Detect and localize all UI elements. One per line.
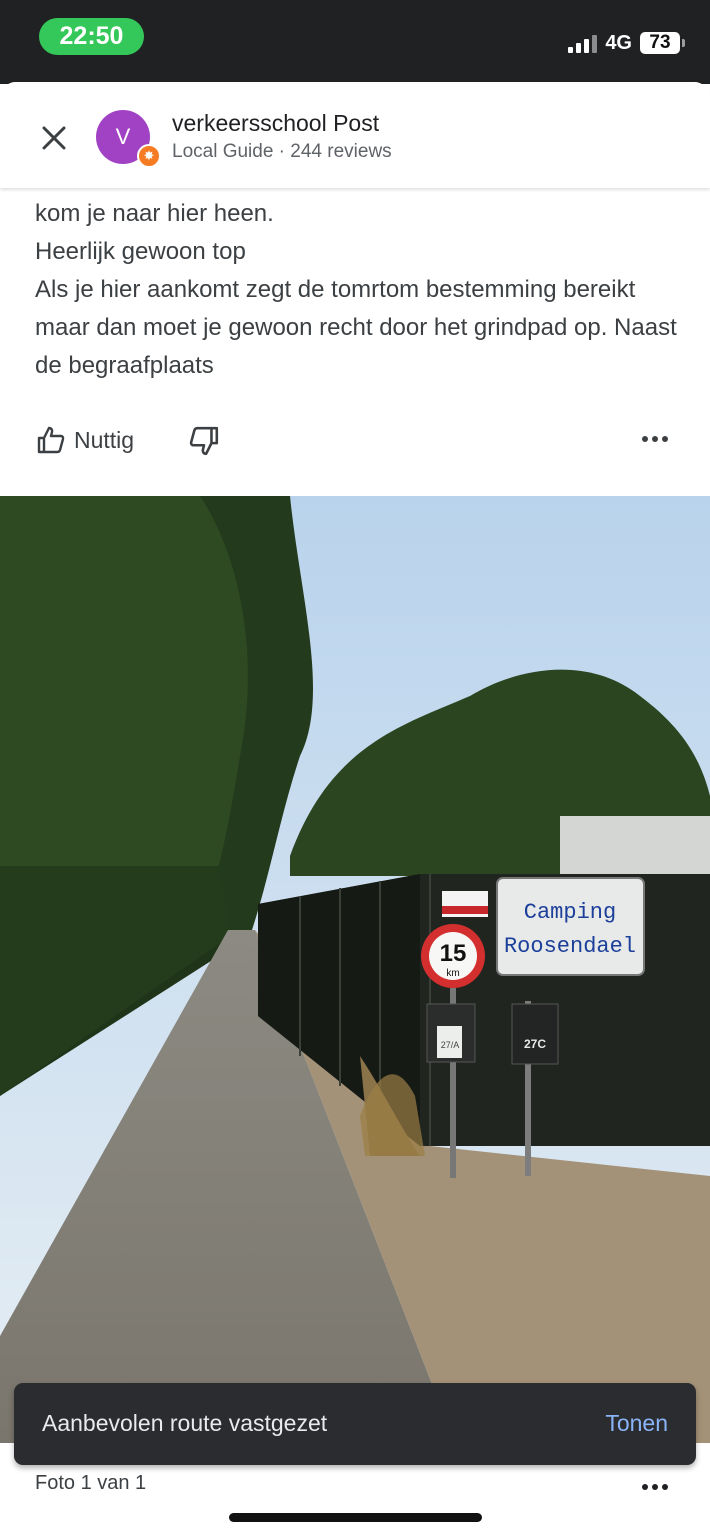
more-horizontal-icon [642, 1484, 668, 1490]
close-icon [42, 126, 66, 150]
status-bar: 22:50 4G 73 [0, 0, 710, 84]
review-actions: Nuttig [0, 417, 710, 467]
mailbox-label: 27C [524, 1037, 546, 1051]
photo-footer: Foto 1 van 1 [0, 1467, 710, 1537]
review-sheet: stroom en water is daar die alles heeft … [0, 82, 710, 1537]
battery-icon: 73 [640, 32, 685, 54]
close-button[interactable] [36, 120, 72, 156]
helpful-label: Nuttig [74, 426, 135, 453]
more-horizontal-icon [642, 436, 668, 442]
author-name[interactable]: verkeersschool Post [172, 110, 379, 137]
review-header: V ✸ verkeersschool Post Local Guide · 24… [0, 82, 710, 188]
mailbox-label-left: 27/A [441, 1040, 460, 1050]
snackbar-message: Aanbevolen route vastgezet [42, 1410, 328, 1436]
status-indicators: 4G 73 [568, 28, 685, 58]
helpful-button[interactable]: Nuttig [36, 425, 134, 455]
review-text: stroom en water is daar die alles heeft … [35, 162, 677, 379]
not-helpful-button[interactable] [188, 425, 220, 462]
review-photo[interactable]: Camping Roosendael 15 km 27/A 27C [0, 496, 710, 1443]
network-type: 4G [605, 31, 632, 54]
more-options-button[interactable] [640, 431, 670, 449]
speed-limit-value: 15 [440, 940, 467, 967]
thumbs-up-icon [37, 426, 65, 454]
camping-sign-line2: Roosendael [504, 934, 636, 959]
local-guide-badge-icon: ✸ [137, 144, 161, 168]
status-time: 22:50 [39, 18, 144, 55]
camping-sign-line1: Camping [524, 900, 616, 925]
photo-more-button[interactable] [640, 1479, 670, 1497]
speed-limit-unit: km [446, 968, 459, 979]
thumbs-down-icon [189, 426, 219, 456]
author-meta: Local Guide · 244 reviews [172, 141, 392, 162]
photo-scene: Camping Roosendael 15 km 27/A 27C [0, 496, 710, 1443]
photo-counter: Foto 1 van 1 [35, 1472, 147, 1494]
signal-icon [568, 33, 598, 53]
snackbar: Aanbevolen route vastgezet Tonen [14, 1383, 696, 1465]
snackbar-action-button[interactable]: Tonen [605, 1410, 668, 1437]
home-indicator[interactable] [229, 1513, 482, 1522]
